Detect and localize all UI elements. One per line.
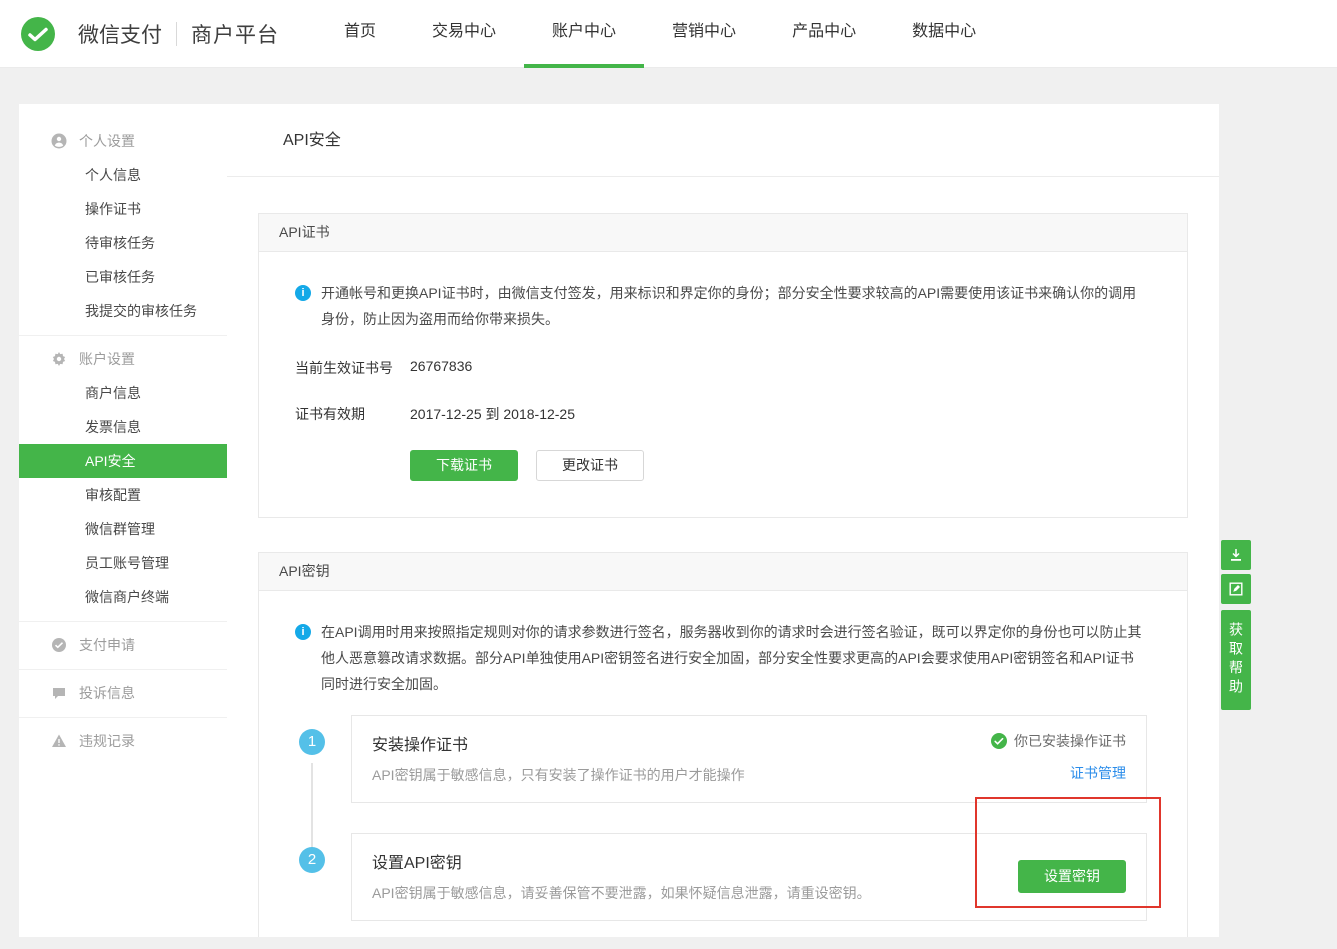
nav-transaction-center[interactable]: 交易中心 xyxy=(404,0,524,68)
sidebar-group-personal-head[interactable]: 个人设置 xyxy=(19,124,227,158)
sidebar-item-personal-info[interactable]: 个人信息 xyxy=(19,158,227,192)
sidebar-group-personal: 个人设置 个人信息 操作证书 待审核任务 已审核任务 我提交的审核任务 xyxy=(19,104,227,335)
sidebar-group-label: 违规记录 xyxy=(79,731,135,751)
edit-icon xyxy=(1228,581,1244,597)
sidebar-group-label: 个人设置 xyxy=(79,131,135,151)
sidebar-item-merchant-terminal[interactable]: 微信商户终端 xyxy=(19,580,227,614)
sidebar-group-account: 账户设置 商户信息 发票信息 API安全 审核配置 微信群管理 员工账号管理 微… xyxy=(19,335,227,621)
sidebar-item-api-security[interactable]: API安全 xyxy=(19,444,227,478)
download-cert-button[interactable]: 下载证书 xyxy=(410,450,518,481)
step-2-title: 设置API密钥 xyxy=(372,849,871,873)
sidebar-group-label: 支付申请 xyxy=(79,635,135,655)
nav-account-center[interactable]: 账户中心 xyxy=(524,0,644,68)
step-1-rail: 1 xyxy=(295,715,351,803)
cert-installed-status: 你已安装操作证书 xyxy=(991,731,1126,751)
complaint-icon xyxy=(51,685,67,701)
info-icon: i xyxy=(295,624,311,640)
sidebar-group-violation-head[interactable]: 违规记录 xyxy=(19,724,227,758)
cert-number-label: 当前生效证书号 xyxy=(295,358,410,378)
cert-installed-text: 你已安装操作证书 xyxy=(1014,731,1126,751)
sidebar-group-label: 账户设置 xyxy=(79,349,135,369)
nav-data-center[interactable]: 数据中心 xyxy=(884,0,1004,68)
sidebar-group-payment-apply-head[interactable]: 支付申请 xyxy=(19,628,227,662)
step-2-rail: 2 xyxy=(295,833,351,921)
cert-validity-row: 证书有效期 2017-12-25 到 2018-12-25 xyxy=(295,404,1147,424)
sidebar-item-merchant-info[interactable]: 商户信息 xyxy=(19,376,227,410)
cert-buttons-row: 下载证书 更改证书 xyxy=(295,450,1147,481)
download-tool-button[interactable] xyxy=(1221,540,1251,570)
apikey-info-text: 在API调用时用来按照指定规则对你的请求参数进行签名，服务器收到你的请求时会进行… xyxy=(321,619,1147,697)
sidebar-item-my-submitted-tasks[interactable]: 我提交的审核任务 xyxy=(19,294,227,328)
step-1-box: 安装操作证书 API密钥属于敏感信息，只有安装了操作证书的用户才能操作 你已安装… xyxy=(351,715,1147,803)
cert-validity-label: 证书有效期 xyxy=(295,404,410,424)
get-help-button[interactable]: 获取帮助 xyxy=(1221,610,1251,710)
main-content: API安全 API证书 i 开通帐号和更换API证书时，由微信支付签发，用来标识… xyxy=(227,104,1219,937)
gear-icon xyxy=(51,351,67,367)
sidebar-item-reviewed-tasks[interactable]: 已审核任务 xyxy=(19,260,227,294)
sidebar-item-review-config[interactable]: 审核配置 xyxy=(19,478,227,512)
floating-toolbar: 获取帮助 xyxy=(1221,540,1251,710)
set-api-key-button[interactable]: 设置密钥 xyxy=(1018,860,1126,893)
step-2-left: 设置API密钥 API密钥属于敏感信息，请妥善保管不要泄露，如果怀疑信息泄露，请… xyxy=(372,849,871,903)
step-2-box: 设置API密钥 API密钥属于敏感信息，请妥善保管不要泄露，如果怀疑信息泄露，请… xyxy=(351,833,1147,921)
nav-home[interactable]: 首页 xyxy=(316,0,404,68)
sidebar-group-complaint-head[interactable]: 投诉信息 xyxy=(19,676,227,710)
page: 微信支付 商户平台 首页 交易中心 账户中心 营销中心 产品中心 数据中心 个人… xyxy=(0,0,1337,949)
top-header: 微信支付 商户平台 首页 交易中心 账户中心 营销中心 产品中心 数据中心 xyxy=(0,0,1337,68)
user-icon xyxy=(51,133,67,149)
step-set-api-key: 2 设置API密钥 API密钥属于敏感信息，请妥善保管不要泄露，如果怀疑信息泄露… xyxy=(295,833,1147,921)
sidebar-item-wechat-group[interactable]: 微信群管理 xyxy=(19,512,227,546)
page-title: API安全 xyxy=(227,104,1219,177)
api-key-section: API密钥 i 在API调用时用来按照指定规则对你的请求参数进行签名，服务器收到… xyxy=(258,552,1188,937)
nav-product-center[interactable]: 产品中心 xyxy=(764,0,884,68)
brand-name: 微信支付 xyxy=(78,19,162,49)
apikey-info-row: i 在API调用时用来按照指定规则对你的请求参数进行签名，服务器收到你的请求时会… xyxy=(295,619,1147,697)
sidebar-item-invoice-info[interactable]: 发票信息 xyxy=(19,410,227,444)
cert-info-text: 开通帐号和更换API证书时，由微信支付签发，用来标识和界定你的身份；部分安全性要… xyxy=(321,280,1147,332)
cert-validity-value: 2017-12-25 到 2018-12-25 xyxy=(410,404,575,424)
cert-info-row: i 开通帐号和更换API证书时，由微信支付签发，用来标识和界定你的身份；部分安全… xyxy=(295,280,1147,332)
api-cert-section-body: i 开通帐号和更换API证书时，由微信支付签发，用来标识和界定你的身份；部分安全… xyxy=(259,252,1187,517)
step-1-title: 安装操作证书 xyxy=(372,731,745,755)
sidebar-item-pending-tasks[interactable]: 待审核任务 xyxy=(19,226,227,260)
step-1-right: 你已安装操作证书 证书管理 xyxy=(991,731,1126,785)
step-2-right: 设置密钥 xyxy=(1018,860,1126,893)
api-cert-section: API证书 i 开通帐号和更换API证书时，由微信支付签发，用来标识和界定你的身… xyxy=(258,213,1188,518)
payment-icon xyxy=(51,637,67,653)
nav-marketing-center[interactable]: 营销中心 xyxy=(644,0,764,68)
sidebar-item-staff-accounts[interactable]: 员工账号管理 xyxy=(19,546,227,580)
step-2-desc: API密钥属于敏感信息，请妥善保管不要泄露，如果怀疑信息泄露，请重设密钥。 xyxy=(372,883,871,903)
main-nav: 首页 交易中心 账户中心 营销中心 产品中心 数据中心 xyxy=(316,0,1004,68)
cert-number-row: 当前生效证书号 26767836 xyxy=(295,358,1147,378)
cert-manage-link[interactable]: 证书管理 xyxy=(1070,763,1126,783)
change-cert-button[interactable]: 更改证书 xyxy=(536,450,644,481)
step-install-cert: 1 安装操作证书 API密钥属于敏感信息，只有安装了操作证书的用户才能操作 xyxy=(295,715,1147,803)
sidebar-item-operation-cert[interactable]: 操作证书 xyxy=(19,192,227,226)
info-icon: i xyxy=(295,285,311,301)
apikey-steps: 1 安装操作证书 API密钥属于敏感信息，只有安装了操作证书的用户才能操作 xyxy=(295,715,1147,921)
sidebar-group-label: 投诉信息 xyxy=(79,683,135,703)
step-1-left: 安装操作证书 API密钥属于敏感信息，只有安装了操作证书的用户才能操作 xyxy=(372,731,745,785)
step-1-desc: API密钥属于敏感信息，只有安装了操作证书的用户才能操作 xyxy=(372,765,745,785)
brand-sub-name: 商户平台 xyxy=(191,19,279,49)
warning-icon xyxy=(51,733,67,749)
cert-number-value: 26767836 xyxy=(410,358,472,378)
step-1-number: 1 xyxy=(299,729,325,755)
edit-tool-button[interactable] xyxy=(1221,574,1251,604)
sections: API证书 i 开通帐号和更换API证书时，由微信支付签发，用来标识和界定你的身… xyxy=(227,177,1219,937)
sidebar: 个人设置 个人信息 操作证书 待审核任务 已审核任务 我提交的审核任务 账户设置… xyxy=(19,104,227,937)
api-key-section-title: API密钥 xyxy=(259,553,1187,591)
sidebar-group-payment-apply: 支付申请 xyxy=(19,621,227,669)
step-2-number: 2 xyxy=(299,847,325,873)
check-circle-icon xyxy=(991,733,1007,749)
brand-divider xyxy=(176,22,177,46)
wechat-pay-logo-icon xyxy=(20,16,56,52)
api-key-section-body: i 在API调用时用来按照指定规则对你的请求参数进行签名，服务器收到你的请求时会… xyxy=(259,591,1187,937)
sidebar-group-violation: 违规记录 xyxy=(19,717,227,765)
brand: 微信支付 商户平台 xyxy=(20,0,279,68)
sidebar-group-account-head[interactable]: 账户设置 xyxy=(19,342,227,376)
api-cert-section-title: API证书 xyxy=(259,214,1187,252)
sidebar-group-complaint: 投诉信息 xyxy=(19,669,227,717)
download-icon xyxy=(1228,547,1244,563)
